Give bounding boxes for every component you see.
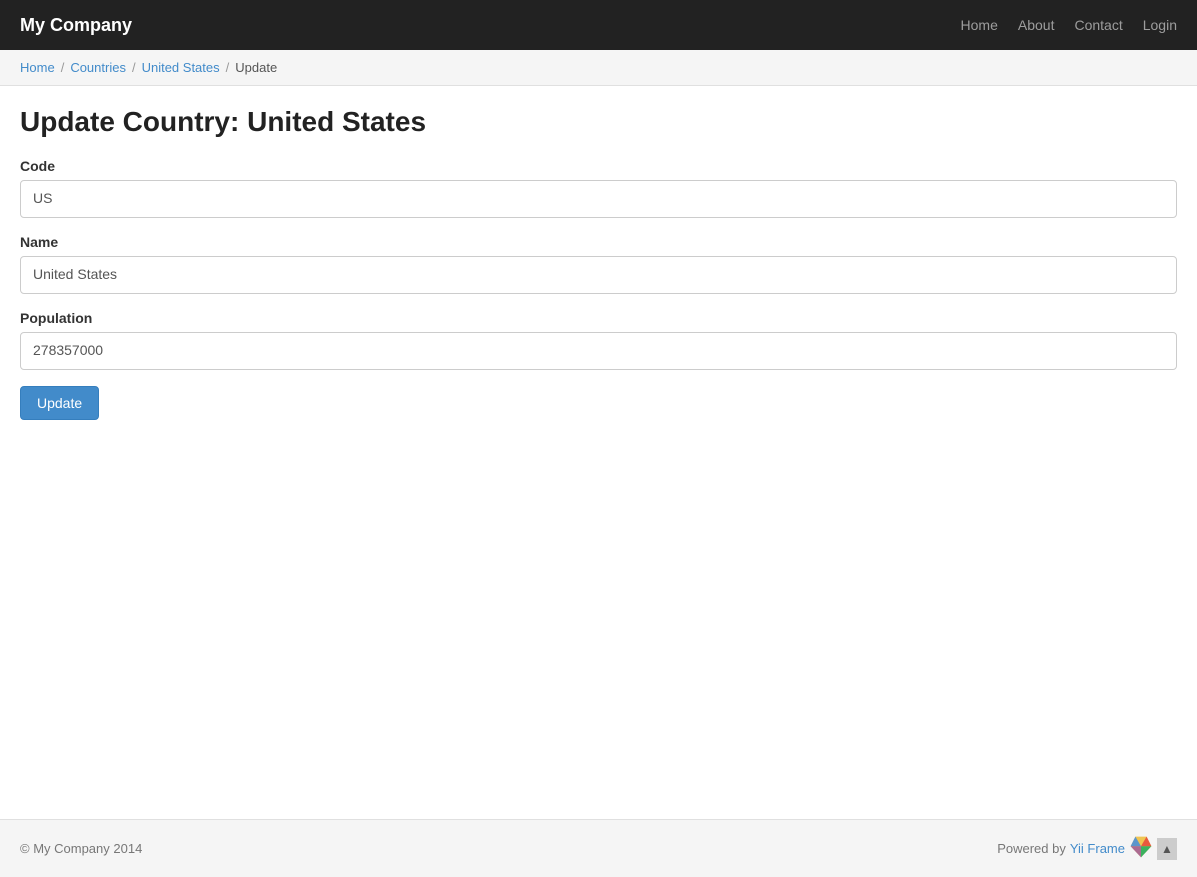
nav-link-about[interactable]: About [1018,17,1055,33]
breadcrumb-link-united-states[interactable]: United States [142,60,220,75]
footer-powered-text: Powered by [997,841,1066,856]
navbar-nav: Home About Contact Login [961,17,1177,33]
code-input[interactable] [20,180,1177,218]
name-label: Name [20,234,1177,250]
nav-link-login[interactable]: Login [1143,17,1177,33]
separator-icon: / [61,60,65,75]
yii-logo [1129,835,1153,862]
code-label: Code [20,158,1177,174]
main-content: Update Country: United States Code Name … [0,86,1197,819]
separator-icon-3: / [226,60,230,75]
nav-link-home[interactable]: Home [961,17,998,33]
breadcrumb-item-home: Home [20,60,55,75]
population-input[interactable] [20,332,1177,370]
breadcrumb-separator-1: / Countries [61,60,126,75]
breadcrumb-separator-3: / Update [226,60,278,75]
population-label: Population [20,310,1177,326]
separator-icon-2: / [132,60,136,75]
breadcrumb-bar: Home / Countries / United States / Updat… [0,50,1197,86]
footer-copyright: © My Company 2014 [20,841,142,856]
name-input[interactable] [20,256,1177,294]
form-group-code: Code [20,158,1177,218]
breadcrumb-separator-2: / United States [132,60,220,75]
nav-item-about: About [1018,17,1055,33]
breadcrumb-current: Update [235,60,277,75]
breadcrumb-link-home[interactable]: Home [20,60,55,75]
form-group-name: Name [20,234,1177,294]
nav-item-login: Login [1143,17,1177,33]
nav-item-home: Home [961,17,998,33]
navbar-brand[interactable]: My Company [20,15,132,36]
footer-yii-link[interactable]: Yii Frame [1070,841,1125,856]
nav-link-contact[interactable]: Contact [1074,17,1122,33]
form-group-population: Population [20,310,1177,370]
footer: © My Company 2014 Powered by Yii Frame ▲ [0,819,1197,877]
breadcrumb: Home / Countries / United States / Updat… [20,60,1177,75]
update-country-form: Code Name Population Update [20,158,1177,420]
nav-item-contact: Contact [1074,17,1122,33]
footer-powered: Powered by Yii Frame ▲ [997,835,1177,862]
breadcrumb-link-countries[interactable]: Countries [70,60,126,75]
scroll-top-button[interactable]: ▲ [1157,838,1177,860]
navbar: My Company Home About Contact Login [0,0,1197,50]
page-title: Update Country: United States [20,106,1177,138]
update-button[interactable]: Update [20,386,99,420]
